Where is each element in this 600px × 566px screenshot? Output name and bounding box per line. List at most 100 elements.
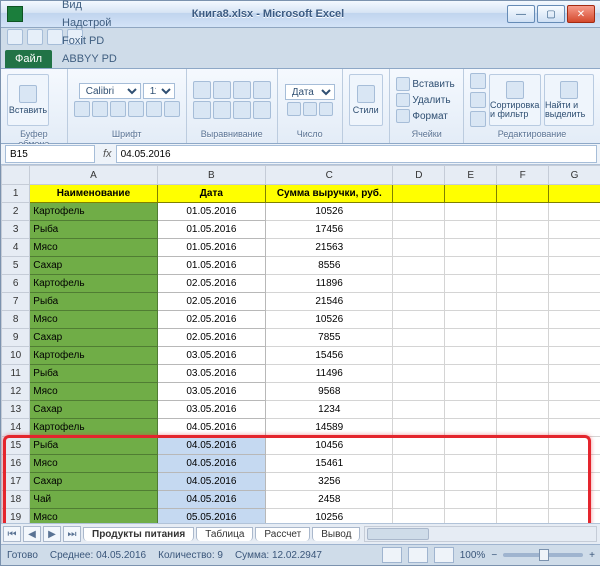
- view-normal-button[interactable]: [382, 547, 402, 563]
- scrollbar-thumb[interactable]: [367, 528, 429, 540]
- fx-icon[interactable]: fx: [99, 148, 116, 160]
- cell-date[interactable]: 02.05.2016: [157, 275, 265, 293]
- sheet-nav-last[interactable]: ⏭: [63, 526, 81, 542]
- row-header[interactable]: 19: [2, 509, 30, 524]
- cell-date[interactable]: 02.05.2016: [157, 293, 265, 311]
- align-center-icon[interactable]: [213, 101, 231, 119]
- cell-revenue[interactable]: 7855: [266, 329, 393, 347]
- cell-revenue[interactable]: 21563: [266, 239, 393, 257]
- maximize-button[interactable]: ▢: [537, 5, 565, 23]
- column-header[interactable]: D: [393, 166, 445, 185]
- cell-date[interactable]: 04.05.2016: [157, 437, 265, 455]
- column-header[interactable]: A: [30, 166, 157, 185]
- wrap-text-icon[interactable]: [253, 81, 271, 99]
- cell-date[interactable]: 01.05.2016: [157, 257, 265, 275]
- cell-name[interactable]: Рыба: [30, 365, 157, 383]
- cell-name[interactable]: Мясо: [30, 311, 157, 329]
- cell-date[interactable]: 02.05.2016: [157, 329, 265, 347]
- select-all-corner[interactable]: [2, 166, 30, 185]
- styles-button[interactable]: Стили: [349, 74, 383, 126]
- cell-name[interactable]: Чай: [30, 491, 157, 509]
- cell-revenue[interactable]: 10526: [266, 203, 393, 221]
- row-header[interactable]: 7: [2, 293, 30, 311]
- cell-date[interactable]: 04.05.2016: [157, 455, 265, 473]
- name-box[interactable]: B15: [5, 145, 95, 163]
- cell-date[interactable]: 02.05.2016: [157, 311, 265, 329]
- horizontal-scrollbar[interactable]: [364, 526, 597, 542]
- row-header[interactable]: 2: [2, 203, 30, 221]
- cell-revenue[interactable]: 10256: [266, 509, 393, 524]
- cell-name[interactable]: Картофель: [30, 347, 157, 365]
- cell-revenue[interactable]: 11896: [266, 275, 393, 293]
- sort-filter-button[interactable]: Сортировка и фильтр: [489, 74, 541, 126]
- cell-date[interactable]: 03.05.2016: [157, 347, 265, 365]
- cell-revenue[interactable]: 9568: [266, 383, 393, 401]
- cell-date[interactable]: 04.05.2016: [157, 419, 265, 437]
- font-size-select[interactable]: 11: [143, 83, 175, 99]
- border-icon[interactable]: [128, 101, 144, 117]
- cell-date[interactable]: 04.05.2016: [157, 491, 265, 509]
- sheet-tab[interactable]: Продукты питания: [83, 527, 194, 541]
- cell-revenue[interactable]: 14589: [266, 419, 393, 437]
- row-header[interactable]: 17: [2, 473, 30, 491]
- format-cells-button[interactable]: Формат: [396, 109, 448, 123]
- view-pagebreak-button[interactable]: [434, 547, 454, 563]
- table-header-cell[interactable]: Дата: [157, 185, 265, 203]
- row-header[interactable]: 16: [2, 455, 30, 473]
- cell-name[interactable]: Картофель: [30, 203, 157, 221]
- column-header[interactable]: B: [157, 166, 265, 185]
- cell-revenue[interactable]: 3256: [266, 473, 393, 491]
- table-header-cell[interactable]: Наименование: [30, 185, 157, 203]
- cell-name[interactable]: Мясо: [30, 239, 157, 257]
- row-header[interactable]: 15: [2, 437, 30, 455]
- cell-name[interactable]: Сахар: [30, 473, 157, 491]
- row-header[interactable]: 12: [2, 383, 30, 401]
- minimize-button[interactable]: —: [507, 5, 535, 23]
- cell-date[interactable]: 01.05.2016: [157, 221, 265, 239]
- cell-revenue[interactable]: 15456: [266, 347, 393, 365]
- percent-icon[interactable]: [303, 102, 317, 116]
- cell-date[interactable]: 05.05.2016: [157, 509, 265, 524]
- cell-date[interactable]: 03.05.2016: [157, 401, 265, 419]
- cell-date[interactable]: 01.05.2016: [157, 203, 265, 221]
- row-header[interactable]: 11: [2, 365, 30, 383]
- tab-abbyy pd[interactable]: ABBYY PD: [56, 50, 123, 68]
- cell-name[interactable]: Мясо: [30, 509, 157, 524]
- sheet-nav-prev[interactable]: ◀: [23, 526, 41, 542]
- cell-name[interactable]: Сахар: [30, 257, 157, 275]
- cell-revenue[interactable]: 21546: [266, 293, 393, 311]
- clear-icon[interactable]: [470, 111, 486, 127]
- tab-foxit pd[interactable]: Foxit PD: [56, 32, 123, 50]
- sheet-tab[interactable]: Рассчет: [255, 527, 310, 541]
- sheet-nav-first[interactable]: ⏮: [3, 526, 21, 542]
- cell-name[interactable]: Рыба: [30, 437, 157, 455]
- cell-revenue[interactable]: 17456: [266, 221, 393, 239]
- row-header[interactable]: 18: [2, 491, 30, 509]
- column-header[interactable]: F: [497, 166, 549, 185]
- cell-name[interactable]: Картофель: [30, 275, 157, 293]
- cell-name[interactable]: Картофель: [30, 419, 157, 437]
- row-header[interactable]: 1: [2, 185, 30, 203]
- sheet-tab[interactable]: Таблица: [196, 527, 253, 541]
- number-format-select[interactable]: Дата: [285, 84, 335, 100]
- align-bottom-icon[interactable]: [233, 81, 251, 99]
- column-header[interactable]: G: [549, 166, 600, 185]
- merge-icon[interactable]: [253, 101, 271, 119]
- cell-revenue[interactable]: 2458: [266, 491, 393, 509]
- row-header[interactable]: 8: [2, 311, 30, 329]
- column-header[interactable]: C: [266, 166, 393, 185]
- cell-date[interactable]: 03.05.2016: [157, 365, 265, 383]
- formula-input[interactable]: 04.05.2016: [116, 145, 597, 163]
- cell-revenue[interactable]: 8556: [266, 257, 393, 275]
- cell-revenue[interactable]: 10526: [266, 311, 393, 329]
- row-header[interactable]: 5: [2, 257, 30, 275]
- paste-button[interactable]: Вставить: [7, 74, 49, 126]
- save-icon[interactable]: [7, 29, 23, 45]
- close-button[interactable]: ✕: [567, 5, 595, 23]
- tab-вид[interactable]: Вид: [56, 0, 123, 14]
- cell-date[interactable]: 01.05.2016: [157, 239, 265, 257]
- font-color-icon[interactable]: [164, 101, 180, 117]
- cell-revenue[interactable]: 10456: [266, 437, 393, 455]
- cell-name[interactable]: Рыба: [30, 221, 157, 239]
- tab-надстрой[interactable]: Надстрой: [56, 14, 123, 32]
